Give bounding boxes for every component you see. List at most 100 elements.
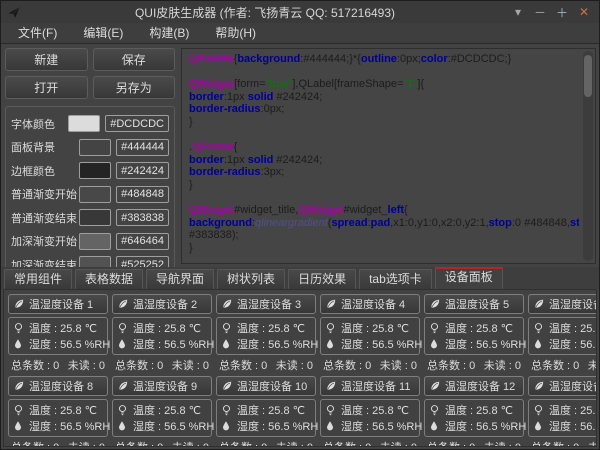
color-value-field[interactable]: #DCDCDC (105, 115, 169, 132)
color-value-field[interactable]: #242424 (116, 162, 169, 179)
color-value-field[interactable]: #444444 (116, 139, 169, 156)
bulb-icon (116, 322, 128, 335)
left-panel: 新建保存打开另存为 字体颜色#DCDCDC面板背景#444444边框颜色#242… (1, 44, 179, 267)
tab-树状列表[interactable]: 树状列表 (217, 269, 285, 289)
close-button[interactable]: ✕ (573, 2, 595, 22)
device-card-header: 温湿度设备 9 (112, 376, 212, 396)
unread-count-text: 未读 : 0 (380, 357, 417, 372)
code-line: QWidget#widget_title,QWidget#widget_left… (189, 204, 579, 217)
main-area: 新建保存打开另存为 字体颜色#DCDCDC面板背景#444444边框颜色#242… (1, 44, 599, 267)
tab-表格数据[interactable]: 表格数据 (75, 269, 143, 289)
droplet-icon (428, 420, 440, 432)
unread-count-text: 未读 : 0 (68, 357, 105, 372)
device-card-footer: 总条数 : 0 未读 : 0 (112, 357, 212, 372)
file-button[interactable]: 保存 (93, 48, 176, 71)
bulb-icon (532, 322, 544, 335)
scrollbar-thumb[interactable] (584, 55, 592, 97)
device-card-footer: 总条数 : 0 未读 : 0 (528, 357, 597, 372)
code-line: } (189, 116, 579, 129)
device-card-body: 温度 : 25.8 ℃ 湿度 : 56.5 %RH (216, 317, 316, 355)
color-swatch[interactable] (79, 162, 111, 179)
total-count-text: 总条数 : 0 (219, 357, 267, 372)
device-card-header: 温湿度设备 12 (424, 376, 524, 396)
device-card-title: 温湿度设备 3 (237, 296, 301, 312)
temperature-row: 温度 : 25.8 ℃ (324, 320, 416, 336)
color-value-field[interactable]: #646464 (116, 233, 169, 250)
code-line: border:1px solid #242424; (189, 154, 579, 167)
dropdown-arrow-button[interactable]: ▾ (507, 2, 529, 22)
device-card-header: 温湿度设备 10 (216, 376, 316, 396)
leaf-icon (117, 380, 129, 392)
device-card: 温湿度设备 3 温度 : 25.8 ℃ 湿度 : 56.5 %RH 总条数 : … (216, 294, 316, 372)
droplet-icon (428, 338, 440, 350)
color-label: 字体颜色 (11, 116, 68, 132)
humidity-row: 湿度 : 56.5 %RH (324, 418, 416, 434)
menu-item[interactable]: 构建(B) (136, 23, 202, 43)
device-card-body: 温度 : 25.8 ℃ 湿度 : 56.5 %RH (112, 317, 212, 355)
humidity-row: 湿度 : 56.5 %RH (428, 336, 520, 352)
device-card-footer: 总条数 : 0 未读 : 0 (424, 439, 524, 447)
device-card: 温湿度设备 10 温度 : 25.8 ℃ 湿度 : 56.5 %RH 总条数 :… (216, 376, 316, 447)
humidity-row: 湿度 : 56.5 %RH (220, 418, 312, 434)
menu-item[interactable]: 文件(F) (5, 23, 70, 43)
app-icon (5, 4, 23, 20)
temperature-row: 温度 : 25.8 ℃ (324, 402, 416, 418)
file-button[interactable]: 打开 (5, 76, 88, 99)
color-row: 边框颜色#242424 (11, 159, 169, 183)
code-line: QPalette{background:#444444;}*{outline:0… (189, 53, 579, 66)
editor-code: QPalette{background:#444444;}*{outline:0… (189, 53, 579, 264)
stylesheet-editor[interactable]: QPalette{background:#444444;}*{outline:0… (181, 48, 596, 264)
code-line (189, 192, 579, 205)
color-swatch[interactable] (79, 209, 111, 226)
droplet-icon (532, 420, 544, 432)
device-card: 温湿度设备 6 温度 : 25.8 ℃ 湿度 : 56.5 %RH 总条数 : … (528, 294, 597, 372)
device-card-header: 温湿度设备 4 (320, 294, 420, 314)
code-line: border-radius:3px; (189, 166, 579, 179)
color-value-field[interactable]: #383838 (116, 209, 169, 226)
color-label: 普通渐变结束 (11, 210, 79, 226)
color-swatch[interactable] (68, 115, 100, 132)
code-line: .QFrame{ (189, 141, 579, 154)
temperature-row: 温度 : 25.8 ℃ (116, 320, 208, 336)
tab-tab选项卡[interactable]: tab选项卡 (359, 269, 432, 289)
temperature-row: 温度 : 25.8 ℃ (220, 320, 312, 336)
title-bar: QUI皮肤生成器 (作者: 飞扬青云 QQ: 517216493) ▾ ─ ＋ … (1, 1, 599, 23)
color-swatch[interactable] (79, 186, 111, 203)
device-card-footer: 总条数 : 0 未读 : 0 (112, 439, 212, 447)
editor-scrollbar[interactable] (583, 51, 593, 261)
tab-日历效果[interactable]: 日历效果 (288, 269, 356, 289)
color-value-field[interactable]: #484848 (116, 186, 169, 203)
device-card-body: 温度 : 25.8 ℃ 湿度 : 56.5 %RH (112, 399, 212, 437)
droplet-icon (220, 338, 232, 350)
humidity-row: 湿度 : 56.5 %RH (532, 418, 597, 434)
temperature-row: 温度 : 25.8 ℃ (116, 402, 208, 418)
maximize-button[interactable]: ＋ (551, 2, 573, 22)
humidity-row: 湿度 : 56.5 %RH (428, 418, 520, 434)
tab-设备面板[interactable]: 设备面板 (435, 267, 503, 289)
humidity-row: 湿度 : 56.5 %RH (532, 336, 597, 352)
bulb-icon (428, 404, 440, 417)
code-line (189, 66, 579, 79)
file-button[interactable]: 另存为 (93, 76, 176, 99)
total-count-text: 总条数 : 0 (531, 439, 579, 447)
device-card-body: 温度 : 25.8 ℃ 湿度 : 56.5 %RH (424, 399, 524, 437)
device-card-body: 温度 : 25.8 ℃ 湿度 : 56.5 %RH (528, 317, 597, 355)
color-swatch[interactable] (79, 233, 111, 250)
leaf-icon (13, 380, 25, 392)
tab-导航界面[interactable]: 导航界面 (146, 269, 214, 289)
total-count-text: 总条数 : 0 (115, 357, 163, 372)
device-card: 温湿度设备 2 温度 : 25.8 ℃ 湿度 : 56.5 %RH 总条数 : … (112, 294, 212, 372)
droplet-icon (12, 420, 24, 432)
file-button[interactable]: 新建 (5, 48, 88, 71)
device-card-header: 温湿度设备 6 (528, 294, 597, 314)
temperature-text: 温度 : 25.8 ℃ (549, 402, 597, 418)
tab-常用组件[interactable]: 常用组件 (4, 269, 72, 289)
droplet-icon (12, 338, 24, 350)
minimize-button[interactable]: ─ (529, 2, 551, 22)
menu-item[interactable]: 帮助(H) (202, 23, 269, 43)
color-swatch[interactable] (79, 139, 111, 156)
temperature-text: 温度 : 25.8 ℃ (29, 402, 97, 418)
menu-item[interactable]: 编辑(E) (70, 23, 136, 43)
device-card-header: 温湿度设备 2 (112, 294, 212, 314)
humidity-text: 湿度 : 56.5 %RH (445, 418, 526, 434)
